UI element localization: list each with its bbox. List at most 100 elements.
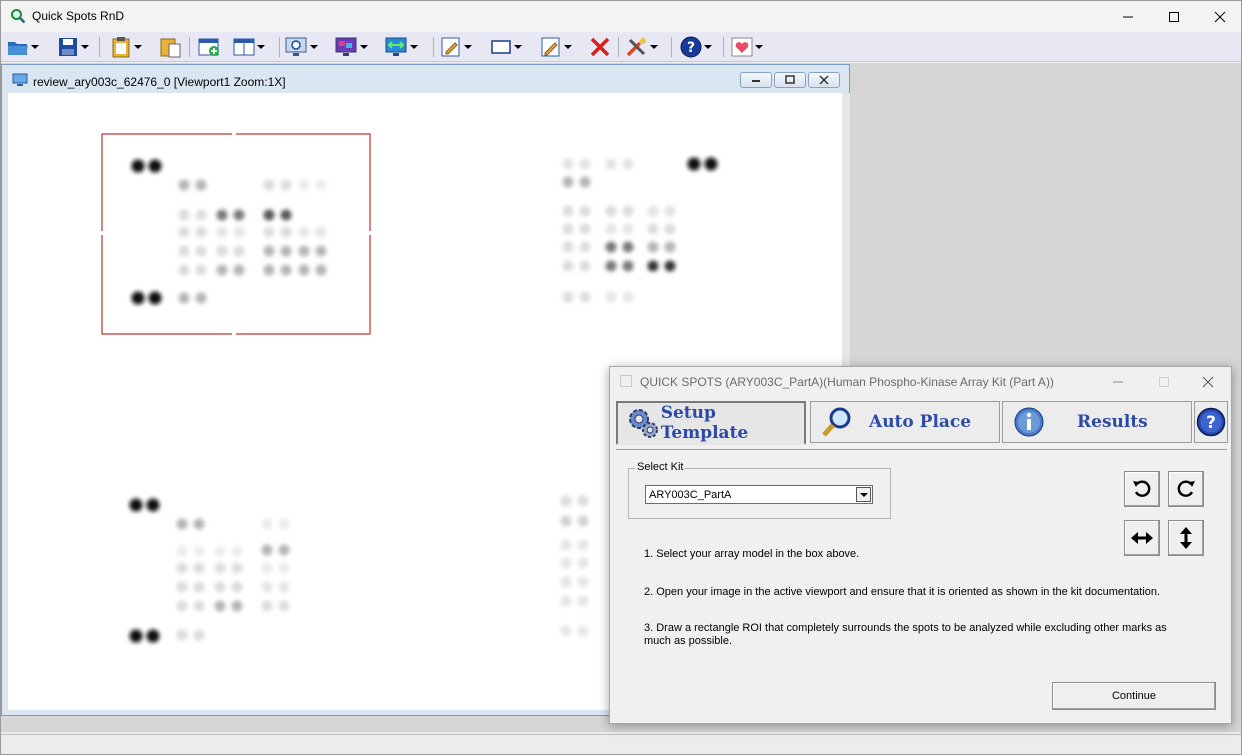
new-viewport-button[interactable] xyxy=(197,35,221,59)
array-spot xyxy=(579,260,591,272)
display-dropdown[interactable] xyxy=(359,35,369,59)
flip-vertical-icon xyxy=(1180,527,1192,549)
open-dropdown[interactable] xyxy=(30,35,40,59)
tab-setup-template[interactable]: Setup Template xyxy=(616,401,806,445)
array-spot xyxy=(178,264,190,276)
delete-button[interactable] xyxy=(588,35,612,59)
maximize-button[interactable] xyxy=(1151,1,1197,32)
swap-button[interactable] xyxy=(385,35,419,59)
array-spot xyxy=(193,545,205,557)
array-spot xyxy=(579,223,591,235)
dialog-app-icon xyxy=(620,375,632,387)
array-spot xyxy=(562,260,574,272)
roi-handle-left[interactable] xyxy=(98,231,106,235)
array-spot xyxy=(233,209,245,221)
array-spot xyxy=(280,226,292,238)
rectangle-button[interactable] xyxy=(489,35,523,59)
array-spot xyxy=(261,544,273,556)
continue-button[interactable]: Continue xyxy=(1052,682,1216,710)
status-bar xyxy=(1,734,1241,754)
viewport-close-button[interactable] xyxy=(808,72,840,88)
save-dropdown[interactable] xyxy=(80,35,90,59)
array-spot xyxy=(560,495,572,507)
tools-button[interactable] xyxy=(625,35,659,59)
edit-button[interactable] xyxy=(439,35,473,59)
array-spot xyxy=(647,223,659,235)
layout-button[interactable] xyxy=(232,35,266,59)
zoom-dropdown[interactable] xyxy=(309,35,319,59)
health-dropdown[interactable] xyxy=(754,35,764,59)
roi-handle-bottom[interactable] xyxy=(232,330,236,338)
layout-dropdown[interactable] xyxy=(256,35,266,59)
array-spot xyxy=(278,562,290,574)
array-spot xyxy=(622,158,634,170)
dialog-close-button[interactable] xyxy=(1194,371,1222,393)
tab-auto-place[interactable]: Auto Place xyxy=(810,401,1000,443)
help-dropdown[interactable] xyxy=(703,35,713,59)
heart-icon xyxy=(730,35,754,59)
array-spot xyxy=(131,159,145,173)
copy-button[interactable] xyxy=(159,35,183,59)
array-spot xyxy=(176,562,188,574)
viewport-title: review_ary003c_62476_0 [Viewport1 Zoom:1… xyxy=(33,75,286,89)
rotate-ccw-button[interactable] xyxy=(1124,471,1160,507)
svg-text:?: ? xyxy=(687,40,695,56)
array-spot xyxy=(298,226,310,238)
array-spot xyxy=(178,179,190,191)
array-spot xyxy=(577,539,589,551)
array-spot xyxy=(560,557,572,569)
tab-setup-template-label: Setup Template xyxy=(660,403,749,443)
viewport-minimize-button[interactable] xyxy=(740,72,772,88)
array-spot xyxy=(687,157,701,171)
array-spot xyxy=(263,264,275,276)
paste-dropdown[interactable] xyxy=(133,35,143,59)
zoom-button[interactable] xyxy=(285,35,319,59)
dialog-help-button[interactable]: ? xyxy=(1194,401,1228,443)
edit-roi-dropdown[interactable] xyxy=(563,35,573,59)
edit-roi-button[interactable] xyxy=(539,35,573,59)
open-button[interactable] xyxy=(6,35,40,59)
array-spot xyxy=(176,600,188,612)
close-button[interactable] xyxy=(1197,1,1242,32)
roi-handle-right[interactable] xyxy=(366,231,374,235)
array-spot xyxy=(605,260,617,272)
array-spot xyxy=(195,245,207,257)
paste-button[interactable] xyxy=(109,35,143,59)
array-spot xyxy=(146,498,160,512)
clipboard-icon xyxy=(109,35,133,59)
help-icon: ? xyxy=(1196,407,1226,437)
save-button[interactable] xyxy=(56,35,90,59)
array-spot xyxy=(280,179,292,191)
edit-dropdown[interactable] xyxy=(463,35,473,59)
tab-results-label: Results xyxy=(1077,412,1148,432)
colored-monitor-icon xyxy=(335,35,359,59)
array-spot xyxy=(622,291,634,303)
select-kit-label: Select Kit xyxy=(635,461,686,473)
kit-select[interactable]: ARY003C_PartA xyxy=(645,485,873,504)
array-spot xyxy=(622,223,634,235)
array-spot xyxy=(261,581,273,593)
viewport-restore-button[interactable] xyxy=(774,72,806,88)
array-spot xyxy=(263,209,275,221)
tab-results[interactable]: Results xyxy=(1002,401,1192,443)
roi-handle-top[interactable] xyxy=(232,130,236,138)
array-spot xyxy=(231,600,243,612)
array-spot xyxy=(216,264,228,276)
array-spot xyxy=(129,498,143,512)
tools-dropdown[interactable] xyxy=(649,35,659,59)
display-button[interactable] xyxy=(335,35,369,59)
array-spot xyxy=(195,179,207,191)
rotate-cw-button[interactable] xyxy=(1168,471,1204,507)
array-spot xyxy=(605,158,617,170)
dialog-tab-bar: Setup Template Auto Place Results ? xyxy=(614,401,1229,445)
array-spot xyxy=(176,518,188,530)
array-spot xyxy=(562,223,574,235)
chevron-down-icon[interactable] xyxy=(856,487,871,502)
help-button[interactable]: ? xyxy=(679,35,713,59)
close-icon xyxy=(819,75,829,85)
dialog-minimize-button[interactable] xyxy=(1104,371,1132,393)
rectangle-dropdown[interactable] xyxy=(513,35,523,59)
swap-dropdown[interactable] xyxy=(409,35,419,59)
minimize-button[interactable] xyxy=(1105,1,1151,32)
health-button[interactable] xyxy=(730,35,764,59)
